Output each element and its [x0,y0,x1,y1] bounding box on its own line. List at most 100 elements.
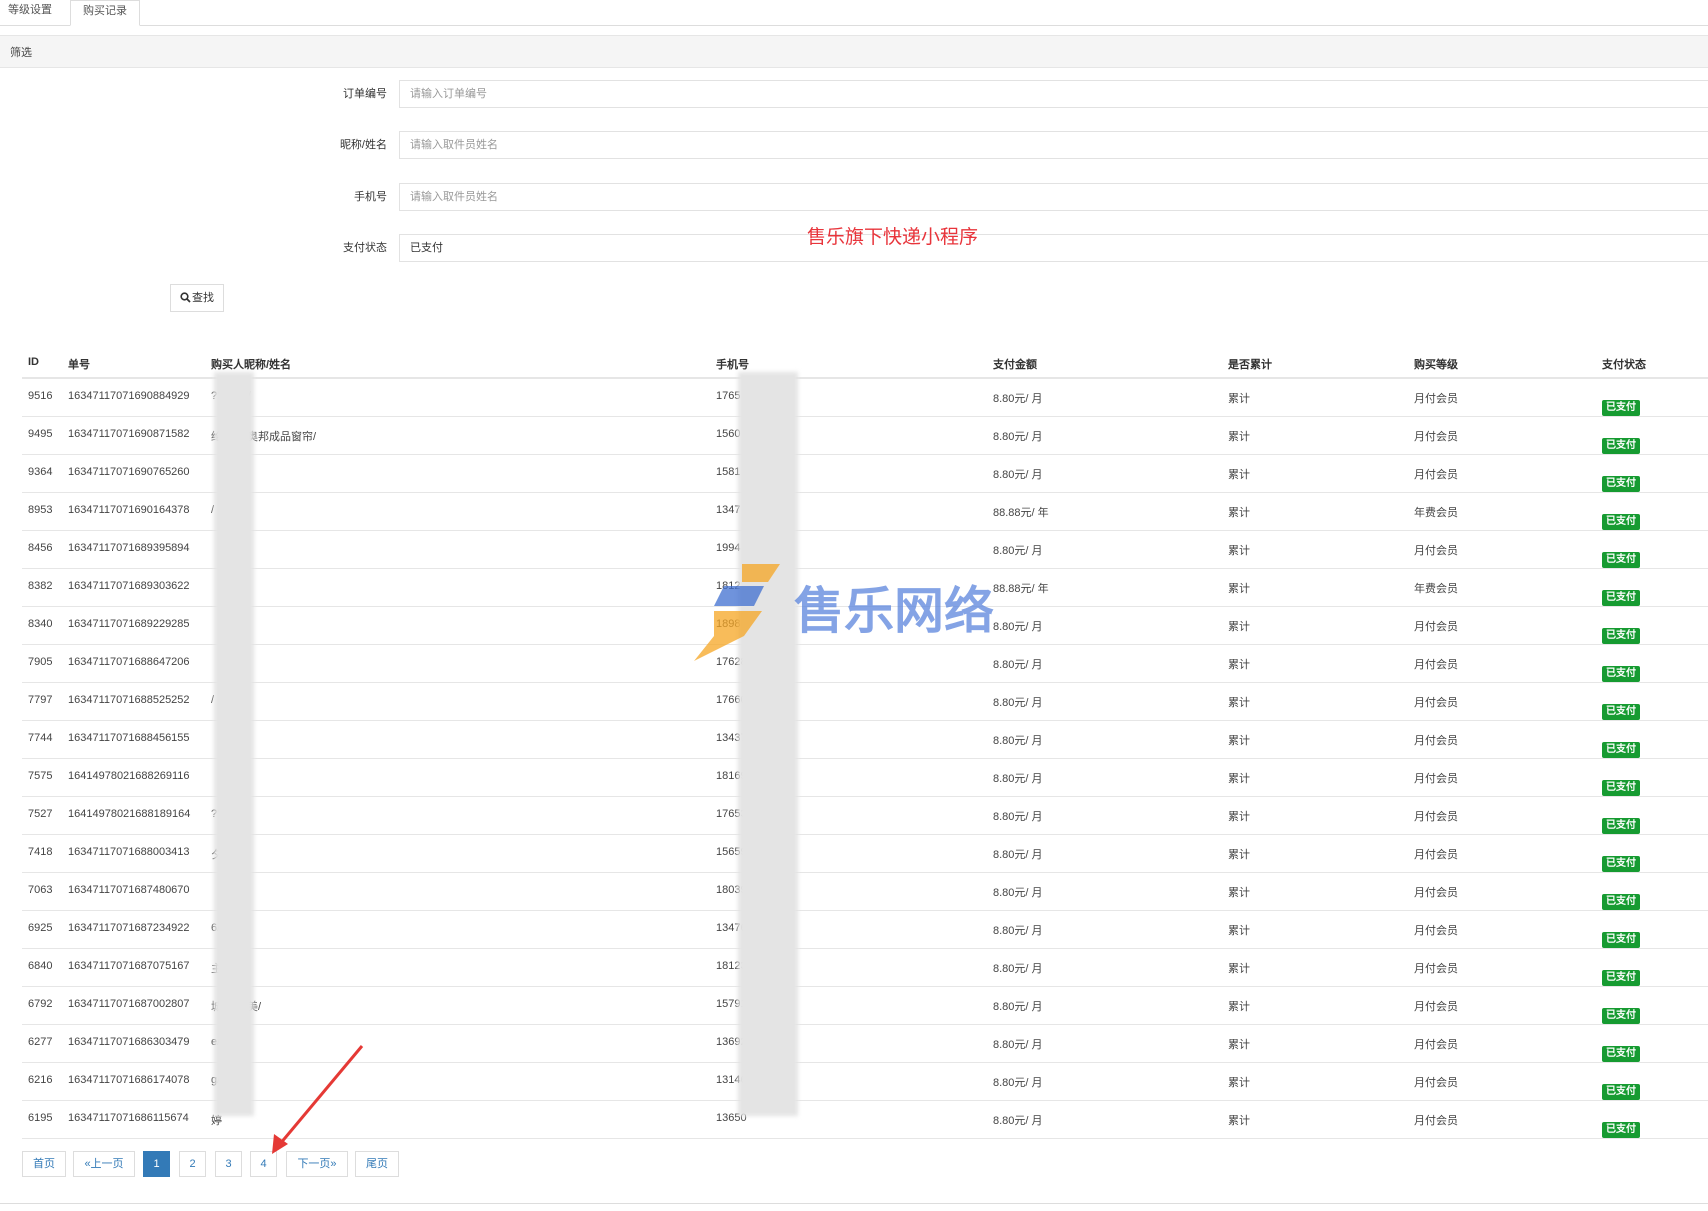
row-order-no: 16347117071687480670 [68,884,190,896]
row-order-no: 16414978021688269116 [68,770,190,782]
row-order-no: 16347117071690164378 [68,504,190,516]
row-id: 9364 [28,466,53,478]
first-page-button[interactable]: 首页 [22,1151,66,1177]
row-level: 月付会员 [1414,469,1458,481]
order-no-label: 订单编号 [343,88,387,100]
status-badge: 已支付 [1602,970,1640,986]
table-row: 7797 16347117071688525252/176607 8.80元/ 月累… [22,683,1708,721]
row-id: 8382 [28,580,53,592]
row-level: 年费会员 [1414,583,1458,595]
status-badge: 已支付 [1602,1084,1640,1100]
row-level: 月付会员 [1414,659,1458,671]
row-cumulative: 累计 [1228,507,1250,519]
page-1-button[interactable]: 1 [143,1151,170,1177]
row-id: 6925 [28,922,53,934]
row-amount: 8.80元/ 月 [993,811,1043,823]
nickname-input[interactable] [399,131,1708,159]
prev-page-button[interactable]: «上一页 [73,1151,135,1177]
pay-status-label: 支付状态 [343,242,387,254]
row-id: 7575 [28,770,53,782]
row-order-no: 16347117071690765260 [68,466,190,478]
tab-purchase-records[interactable]: 购买记录 [70,0,140,26]
row-level: 月付会员 [1414,887,1458,899]
pay-status-select[interactable]: 已支付 [399,234,1708,262]
row-amount: 8.80元/ 月 [993,773,1043,785]
row-order-no: 16347117071688525252 [68,694,190,706]
search-button-label: 查找 [192,292,214,304]
table-row: 7063 16347117071687480670 18039 8.80元/ 月累计月… [22,873,1708,911]
row-amount: 8.80元/ 月 [993,925,1043,937]
purchase-records-table: ID 单号 购买人昵称/姓名 手机号 支付金额 是否累计 购买等级 支付状态 9… [22,352,1708,1139]
row-id: 6216 [28,1074,53,1086]
row-level: 年费会员 [1414,507,1458,519]
status-badge: 已支付 [1602,1046,1640,1062]
row-order-no: 16347117071687002807 [68,998,190,1010]
status-badge: 已支付 [1602,818,1640,834]
row-cumulative: 累计 [1228,735,1250,747]
col-buyer-name: 购买人昵称/姓名 [211,359,292,371]
row-cumulative: 累计 [1228,1115,1250,1127]
watermark-text: 售乐网络 [794,583,994,639]
row-amount: 88.88元/ 年 [993,507,1049,519]
row-cumulative: 累计 [1228,545,1250,557]
watermark-logo: 售乐网络 [694,564,994,661]
row-order-no: 16347117071690871582 [68,428,190,440]
phone-blur-overlay [738,372,798,1116]
row-cumulative: 累计 [1228,849,1250,861]
col-phone: 手机号 [716,359,749,371]
table-row: 7744 16347117071688456155 13437 8.80元/ 月累计月… [22,721,1708,759]
row-cumulative: 累计 [1228,773,1250,785]
row-id: 6195 [28,1112,53,1124]
row-order-no: 16347117071688456155 [68,732,190,744]
row-level: 月付会员 [1414,621,1458,633]
row-cumulative: 累计 [1228,469,1250,481]
row-order-no: 16347117071687234922 [68,922,190,934]
row-phone: 1347 [716,504,741,516]
search-button[interactable]: 查找 [170,284,224,312]
filter-header: 筛选 [0,35,1708,68]
status-badge: 已支付 [1602,742,1640,758]
row-cumulative: 累计 [1228,1039,1250,1051]
order-no-input[interactable] [399,80,1708,108]
search-icon [180,292,191,303]
phone-row: 手机号 [0,183,1708,211]
row-id: 7797 [28,694,53,706]
row-id: 6792 [28,998,53,1010]
row-level: 月付会员 [1414,1039,1458,1051]
row-amount: 8.80元/ 月 [993,1077,1043,1089]
row-level: 月付会员 [1414,849,1458,861]
status-badge: 已支付 [1602,704,1640,720]
row-id: 9495 [28,428,53,440]
name-blur-overlay [214,372,254,1116]
row-cumulative: 累计 [1228,1001,1250,1013]
row-level: 月付会员 [1414,393,1458,405]
row-cumulative: 累计 [1228,963,1250,975]
row-id: 8456 [28,542,53,554]
table-body: 951616347117071690884929??????/1765 098.… [22,379,1708,1139]
row-cumulative: 累计 [1228,431,1250,443]
tab-level-settings[interactable]: 等级设置 [0,0,60,25]
phone-input[interactable] [399,183,1708,211]
order-no-row: 订单编号 [0,80,1708,108]
row-order-no: 16347117071688647206 [68,656,190,668]
status-badge: 已支付 [1602,514,1640,530]
annotation-arrow-icon [272,1045,364,1154]
row-amount: 8.80元/ 月 [993,697,1043,709]
row-level: 月付会员 [1414,963,1458,975]
page-2-button[interactable]: 2 [179,1151,206,1177]
row-level: 月付会员 [1414,925,1458,937]
row-level: 月付会员 [1414,1077,1458,1089]
row-order-no: 16347117071689395894 [68,542,190,554]
status-badge: 已支付 [1602,590,1640,606]
row-amount: 8.80元/ 月 [993,735,1043,747]
row-level: 月付会员 [1414,545,1458,557]
status-badge: 已支付 [1602,438,1640,454]
row-order-no: 16347117071686303479 [68,1036,190,1048]
status-badge: 已支付 [1602,780,1640,796]
row-amount: 8.80元/ 月 [993,1001,1043,1013]
row-id: 6840 [28,960,53,972]
row-amount: 8.80元/ 月 [993,1039,1043,1051]
row-cumulative: 累计 [1228,811,1250,823]
page-3-button[interactable]: 3 [215,1151,242,1177]
row-level: 月付会员 [1414,1115,1458,1127]
